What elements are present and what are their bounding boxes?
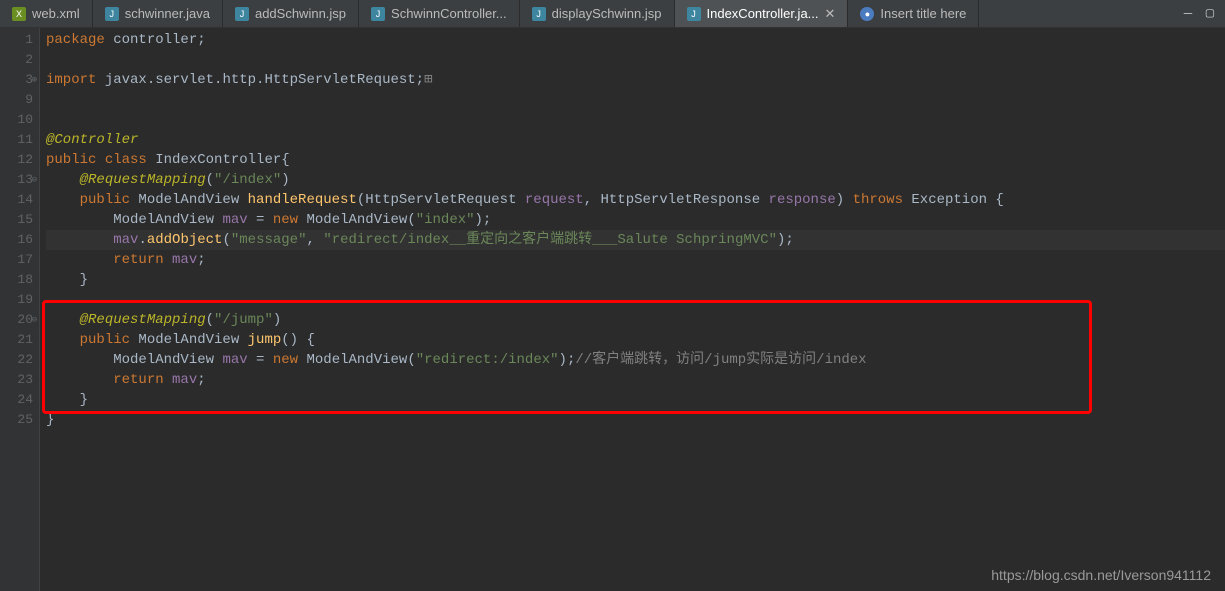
code-line <box>46 290 1225 310</box>
tab-label: SchwinnController... <box>391 6 507 21</box>
code-line: } <box>46 270 1225 290</box>
code-line: @Controller <box>46 130 1225 150</box>
code-line: package controller; <box>46 30 1225 50</box>
java-icon: J <box>371 7 385 21</box>
tab-label: web.xml <box>32 6 80 21</box>
line-number: 12 <box>0 150 33 170</box>
code-line <box>46 50 1225 70</box>
gutter: 1 2 3⊕ 9 10 11 12 13⊖ 14 15 16 17 18 19 … <box>0 28 40 591</box>
java-icon: J <box>687 7 701 21</box>
web-icon: ● <box>860 7 874 21</box>
line-number: 2 <box>0 50 33 70</box>
line-number: 21 <box>0 330 33 350</box>
tab-schwinner[interactable]: J schwinner.java <box>93 0 223 27</box>
line-number: 24 <box>0 390 33 410</box>
jsp-icon: J <box>235 7 249 21</box>
tab-label: addSchwinn.jsp <box>255 6 346 21</box>
tab-label: IndexController.ja... <box>707 6 819 21</box>
line-number: 1 <box>0 30 33 50</box>
jsp-icon: J <box>532 7 546 21</box>
java-icon: J <box>105 7 119 21</box>
line-number: 3⊕ <box>0 70 33 90</box>
line-number: 17 <box>0 250 33 270</box>
tab-addschwinn[interactable]: J addSchwinn.jsp <box>223 0 359 27</box>
line-number: 15 <box>0 210 33 230</box>
tab-indexcontroller[interactable]: J IndexController.ja... ✕ <box>675 0 849 27</box>
maximize-icon[interactable]: ▢ <box>1203 7 1217 21</box>
close-icon[interactable]: ✕ <box>825 6 836 22</box>
code-line: public class IndexController{ <box>46 150 1225 170</box>
code-line: import javax.servlet.http.HttpServletReq… <box>46 70 1225 90</box>
tab-label: schwinner.java <box>125 6 210 21</box>
code-line: return mav; <box>46 370 1225 390</box>
code-line <box>46 110 1225 130</box>
line-number: 18 <box>0 270 33 290</box>
window-controls: — ▢ <box>1181 0 1225 27</box>
minimize-icon[interactable]: — <box>1181 7 1195 21</box>
code-line: public ModelAndView jump() { <box>46 330 1225 350</box>
code-line: return mav; <box>46 250 1225 270</box>
code-line: ModelAndView mav = new ModelAndView("ind… <box>46 210 1225 230</box>
code-line: mav.addObject("message", "redirect/index… <box>46 230 1225 250</box>
code-line <box>46 90 1225 110</box>
tab-inserttitle[interactable]: ● Insert title here <box>848 0 979 27</box>
tab-schwinncontroller[interactable]: J SchwinnController... <box>359 0 520 27</box>
line-number: 22 <box>0 350 33 370</box>
line-number: 14 <box>0 190 33 210</box>
code-line: public ModelAndView handleRequest(HttpSe… <box>46 190 1225 210</box>
xml-icon: X <box>12 7 26 21</box>
tab-displayschwinn[interactable]: J displaySchwinn.jsp <box>520 0 675 27</box>
tab-label: Insert title here <box>880 6 966 21</box>
editor: 1 2 3⊕ 9 10 11 12 13⊖ 14 15 16 17 18 19 … <box>0 28 1225 591</box>
code-line: } <box>46 410 1225 430</box>
line-number: 23 <box>0 370 33 390</box>
line-number: 25 <box>0 410 33 430</box>
line-number: 9 <box>0 90 33 110</box>
watermark: https://blog.csdn.net/Iverson941112 <box>991 567 1211 583</box>
tab-label: displaySchwinn.jsp <box>552 6 662 21</box>
line-number: 20⊖ <box>0 310 33 330</box>
line-number: 11 <box>0 130 33 150</box>
code-line: @RequestMapping("/jump") <box>46 310 1225 330</box>
line-number: 10 <box>0 110 33 130</box>
line-number: 13⊖ <box>0 170 33 190</box>
code-line: } <box>46 390 1225 410</box>
code-line: ModelAndView mav = new ModelAndView("red… <box>46 350 1225 370</box>
line-number: 19 <box>0 290 33 310</box>
line-number: 16 <box>0 230 33 250</box>
tab-webxml[interactable]: X web.xml <box>0 0 93 27</box>
code-area[interactable]: package controller; import javax.servlet… <box>40 28 1225 591</box>
code-line: @RequestMapping("/index") <box>46 170 1225 190</box>
tab-bar: X web.xml J schwinner.java J addSchwinn.… <box>0 0 1225 28</box>
